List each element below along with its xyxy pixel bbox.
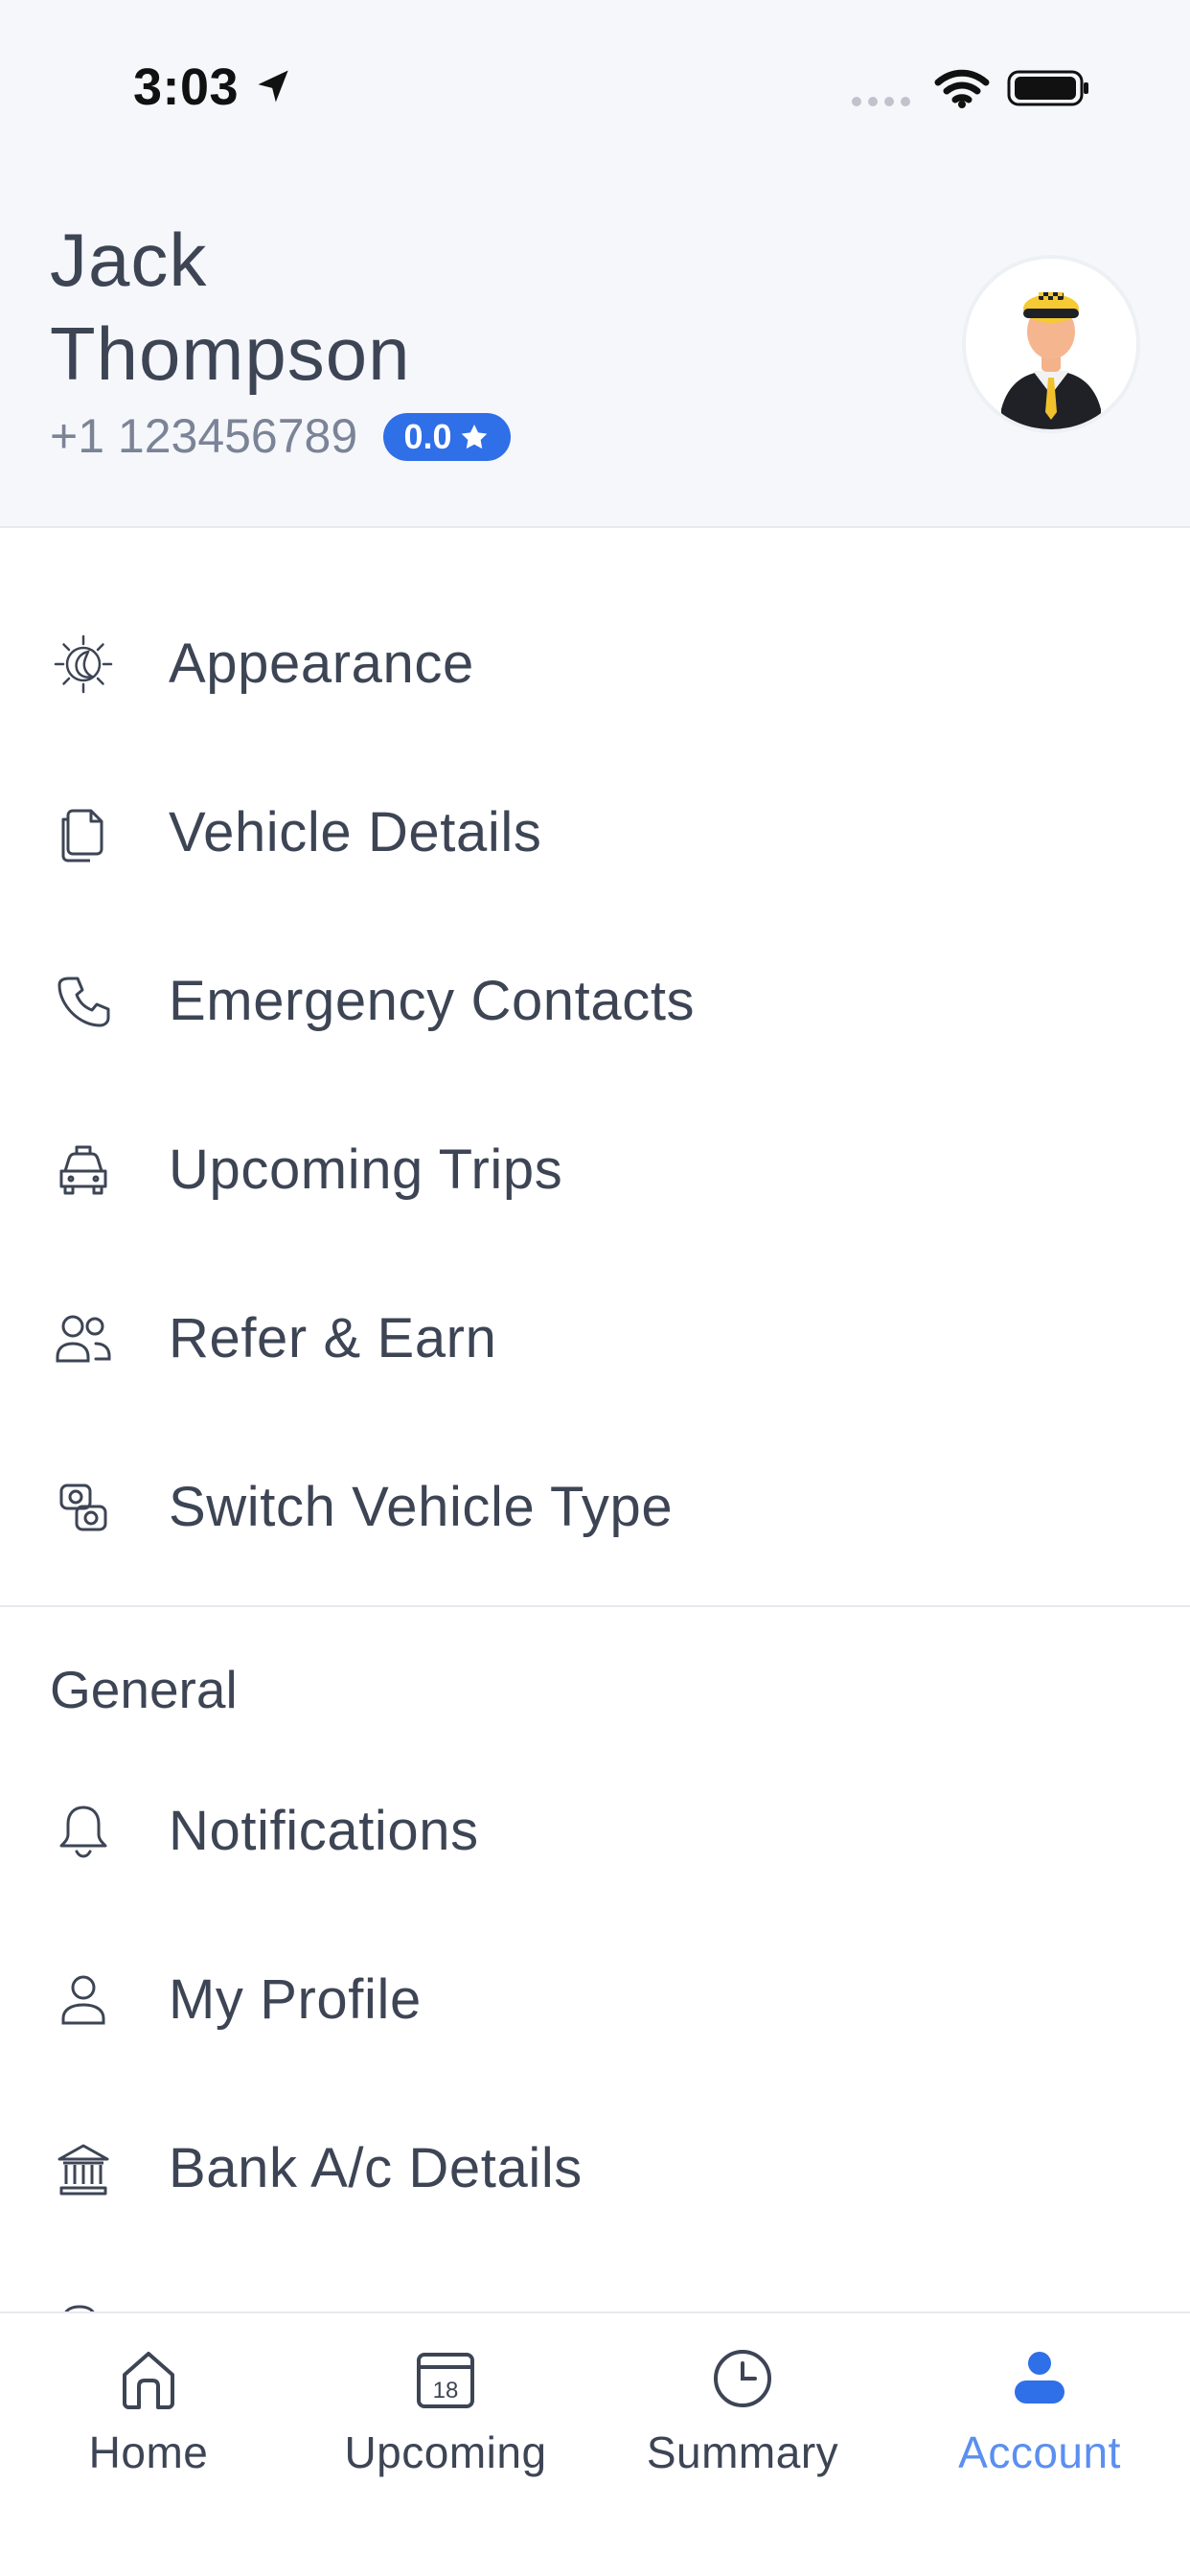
driver-avatar-icon bbox=[966, 259, 1136, 429]
nav-home[interactable]: Home bbox=[0, 2340, 297, 2513]
nav-summary[interactable]: Summary bbox=[594, 2340, 891, 2513]
phone-icon bbox=[50, 968, 117, 1035]
status-time: 3:03 bbox=[133, 58, 240, 116]
menu-item-label: Upcoming Trips bbox=[169, 1138, 563, 1201]
star-icon bbox=[461, 424, 487, 449]
location-arrow-icon bbox=[258, 70, 288, 103]
nav-account-label: Account bbox=[958, 2427, 1121, 2477]
calendar-icon: 18 bbox=[417, 2353, 474, 2408]
wifi-icon bbox=[934, 69, 990, 108]
user-icon bbox=[50, 1966, 117, 2034]
switch-icon bbox=[50, 1474, 117, 1541]
menu-item-label: Switch Vehicle Type bbox=[169, 1476, 674, 1538]
nav-upcoming[interactable]: 18 Upcoming bbox=[297, 2340, 594, 2513]
menu-item-vehicle-details[interactable]: Vehicle Details bbox=[0, 748, 1190, 917]
taxi-icon bbox=[50, 1137, 117, 1204]
home-icon bbox=[123, 2352, 174, 2409]
driver-phone: +1 123456789 bbox=[50, 409, 358, 463]
rating-value: 0.0 bbox=[403, 417, 452, 456]
menu-item-notifications[interactable]: Notifications bbox=[0, 1747, 1190, 1916]
account-menu: Appearance Vehicle Details Emergency Con… bbox=[0, 580, 1190, 1592]
menu-item-label: Refer & Earn bbox=[169, 1307, 497, 1369]
driver-last-name: Thompson bbox=[50, 311, 411, 396]
general-menu: Notifications My Profile Bank A/c Detail… bbox=[0, 1747, 1190, 2253]
bottom-navigation: Home 18 Upcoming Summary Account bbox=[0, 2312, 1190, 2576]
driver-avatar[interactable] bbox=[962, 255, 1140, 433]
general-section-title: General bbox=[50, 1660, 238, 1719]
battery-icon bbox=[1007, 70, 1088, 106]
nav-summary-label: Summary bbox=[646, 2427, 839, 2477]
rating-badge: 0.0 bbox=[383, 413, 511, 461]
clock-icon bbox=[714, 2350, 771, 2407]
menu-item-switch-vehicle-type[interactable]: Switch Vehicle Type bbox=[0, 1423, 1190, 1592]
menu-item-emergency-contacts[interactable]: Emergency Contacts bbox=[0, 917, 1190, 1086]
menu-item-label: Vehicle Details bbox=[169, 801, 542, 863]
section-divider bbox=[0, 1605, 1190, 1607]
document-icon bbox=[50, 799, 117, 866]
nav-home-label: Home bbox=[88, 2427, 209, 2477]
account-icon bbox=[1015, 2352, 1064, 2404]
account-screen: 3:03 Jack Thompson +1 123456789 0.0 Appe… bbox=[0, 0, 1190, 2576]
cellular-signal-icon bbox=[852, 97, 910, 106]
theme-icon bbox=[50, 631, 117, 698]
menu-item-label: Appearance bbox=[169, 632, 474, 695]
menu-item-upcoming-trips[interactable]: Upcoming Trips bbox=[0, 1086, 1190, 1254]
menu-item-label: Emergency Contacts bbox=[169, 970, 696, 1032]
calendar-date: 18 bbox=[433, 2378, 459, 2404]
nav-upcoming-label: Upcoming bbox=[344, 2427, 547, 2477]
menu-item-my-profile[interactable]: My Profile bbox=[0, 1916, 1190, 2084]
menu-item-appearance[interactable]: Appearance bbox=[0, 580, 1190, 748]
menu-item-bank-details[interactable]: Bank A/c Details bbox=[0, 2084, 1190, 2253]
menu-item-label: My Profile bbox=[169, 1968, 422, 2031]
nav-account[interactable]: Account bbox=[891, 2340, 1188, 2513]
driver-first-name: Jack bbox=[50, 218, 208, 302]
bell-icon bbox=[50, 1798, 117, 1865]
bank-icon bbox=[50, 2135, 117, 2202]
users-icon bbox=[50, 1305, 117, 1372]
menu-item-label: Bank A/c Details bbox=[169, 2137, 583, 2199]
menu-item-label: Notifications bbox=[169, 1800, 479, 1862]
profile-header: 3:03 Jack Thompson +1 123456789 0.0 bbox=[0, 0, 1190, 528]
menu-item-refer-earn[interactable]: Refer & Earn bbox=[0, 1254, 1190, 1423]
